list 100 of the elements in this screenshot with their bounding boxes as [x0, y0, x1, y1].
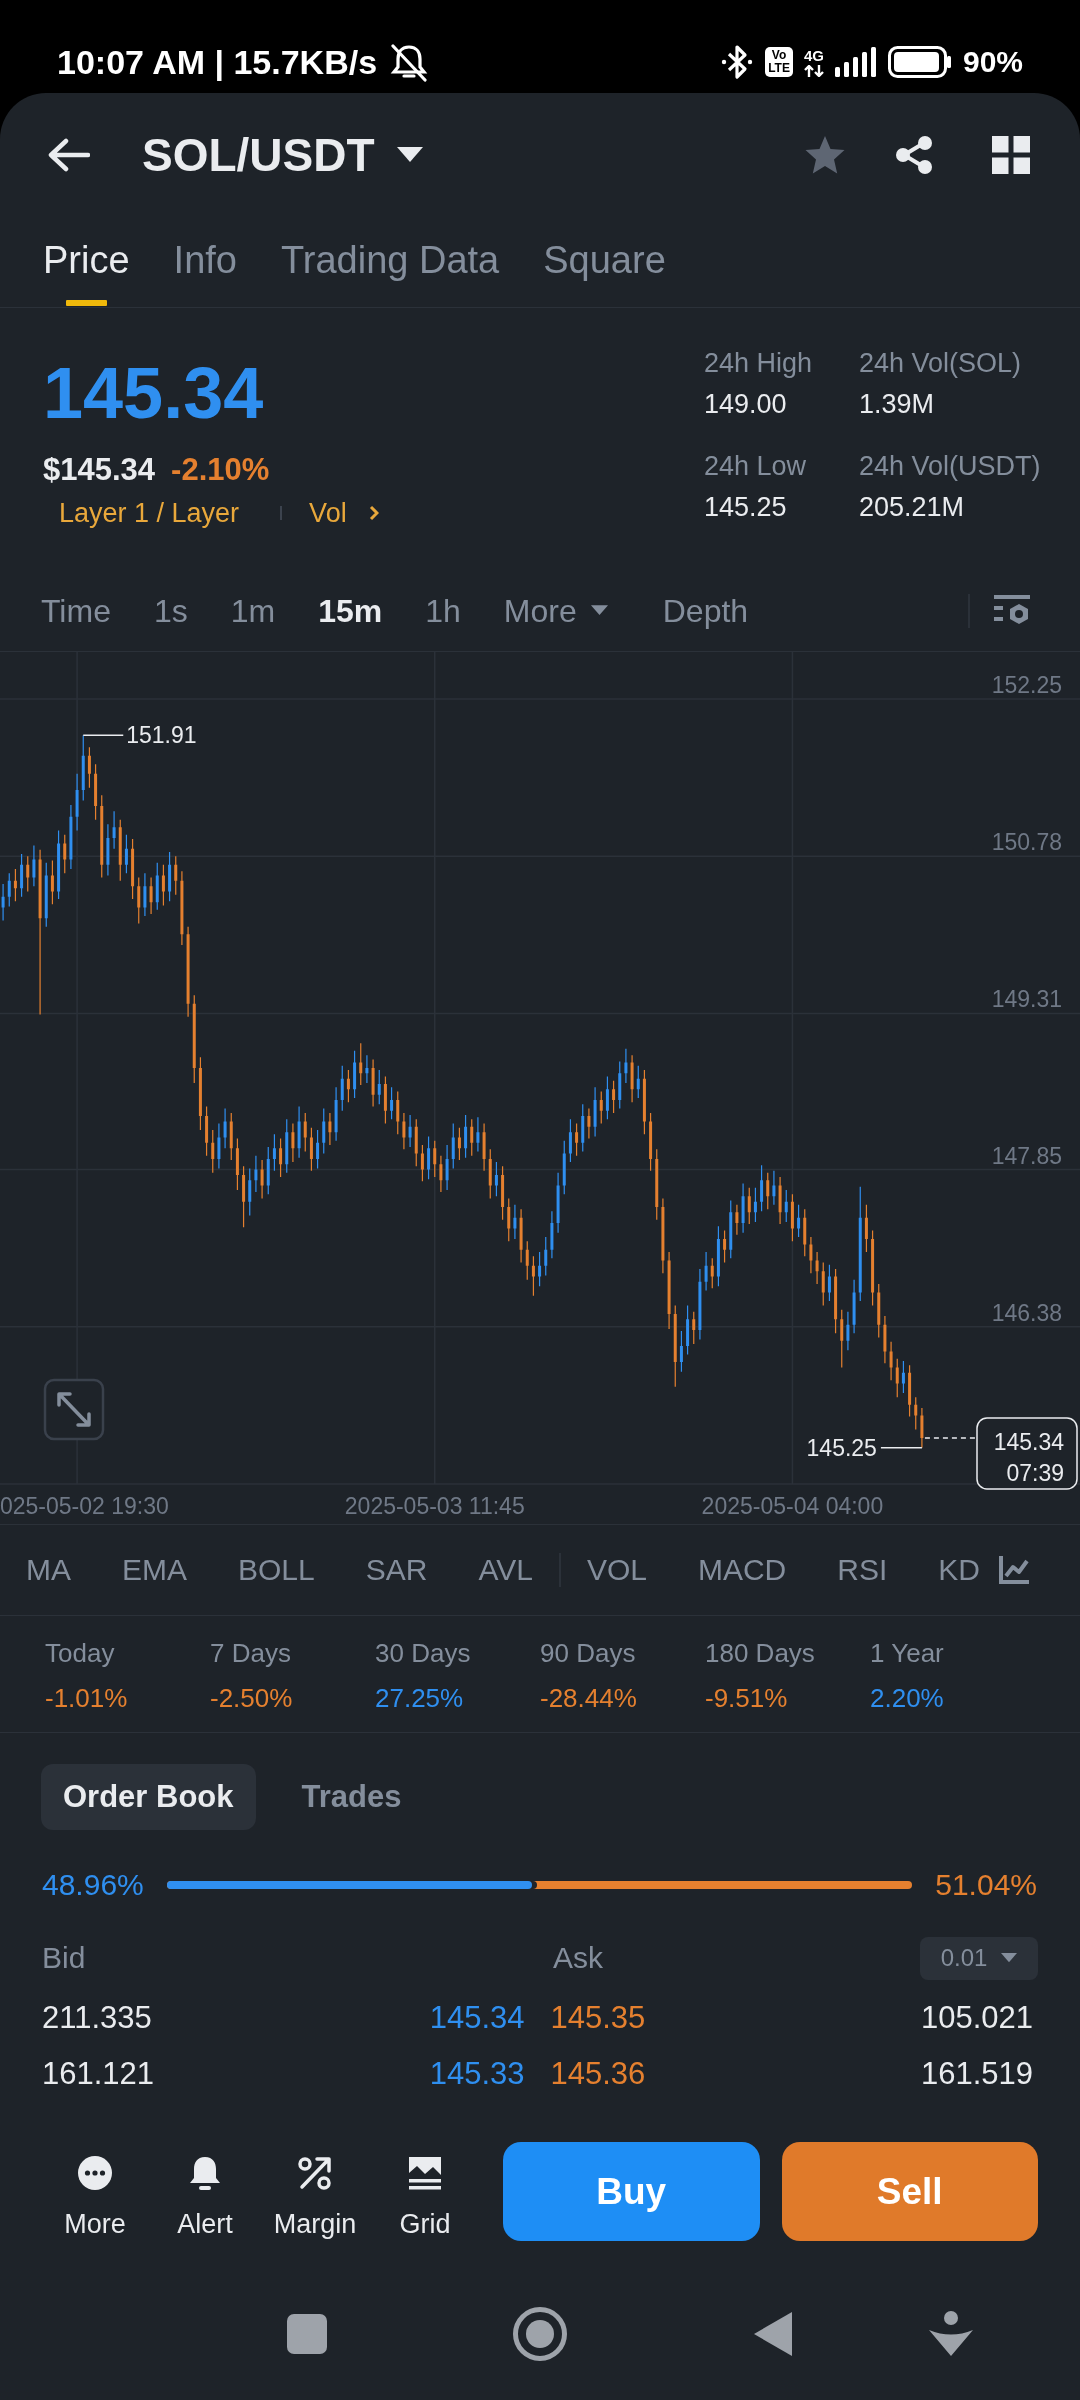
- last-price-tag-label: 145.34: [993, 1429, 1064, 1455]
- page-tab[interactable]: Square: [543, 217, 666, 307]
- candle: [624, 1048, 628, 1083]
- candle: [371, 1059, 375, 1107]
- candle: [908, 1365, 912, 1417]
- interval-tab[interactable]: 1s: [153, 590, 188, 631]
- candle: [692, 1311, 696, 1344]
- candle: [328, 1112, 332, 1145]
- indicator-tab[interactable]: AVL: [478, 1551, 533, 1589]
- status-time: 10:07 AM | 15.7KB/s: [57, 42, 378, 82]
- candle: [414, 1119, 418, 1167]
- candle: [390, 1087, 394, 1120]
- stat-value: 145.25: [704, 491, 787, 524]
- indicator-tab[interactable]: SAR: [365, 1551, 428, 1589]
- candle: [698, 1269, 702, 1340]
- candle: [168, 851, 172, 902]
- interval-tab[interactable]: 1h: [425, 590, 461, 631]
- caret-down-icon: [396, 147, 423, 163]
- stat-label: 24h High: [704, 347, 813, 380]
- candle: [408, 1115, 412, 1148]
- percent-arrow-icon: [297, 2155, 333, 2191]
- alert-button[interactable]: Alert: [150, 2142, 260, 2241]
- indicator-tab[interactable]: RSI: [837, 1551, 888, 1589]
- candle: [710, 1258, 714, 1289]
- candle: [149, 877, 153, 914]
- indicator-tab[interactable]: KD: [938, 1551, 980, 1589]
- bluetooth-icon: [720, 42, 755, 82]
- time-axis-label: 2025-05-03 11:45: [344, 1493, 525, 1519]
- pair-title[interactable]: SOL/USDT: [142, 127, 375, 183]
- candle: [760, 1165, 764, 1212]
- candle: [821, 1262, 825, 1306]
- price-axis-label: 149.31: [991, 986, 1062, 1013]
- network-type-label: 4G: [803, 47, 824, 63]
- sector-link[interactable]: Layer 1 / Layer: [59, 496, 240, 530]
- margin-button[interactable]: Margin: [260, 2142, 370, 2241]
- back-triangle-icon[interactable]: [754, 2312, 792, 2356]
- star-icon[interactable]: [804, 135, 846, 175]
- order-book-tab[interactable]: Trades: [279, 1764, 424, 1830]
- expand-button[interactable]: [43, 1378, 105, 1441]
- candle: [174, 856, 178, 895]
- buy-button[interactable]: Buy: [503, 2142, 760, 2241]
- line-chart-icon[interactable]: [998, 1555, 1030, 1585]
- indicator-tab[interactable]: MACD: [697, 1551, 787, 1589]
- candle: [439, 1155, 443, 1193]
- back-arrow-icon[interactable]: [48, 138, 90, 172]
- home-circle-icon[interactable]: [513, 2307, 567, 2361]
- data-arrows-icon: [803, 64, 824, 77]
- page-tab[interactable]: Info: [173, 217, 237, 307]
- candle: [383, 1076, 387, 1124]
- page-tab[interactable]: Price: [43, 217, 130, 307]
- indicator-tab[interactable]: BOLL: [238, 1551, 315, 1589]
- last-price-line: [924, 1437, 977, 1439]
- interval-tab[interactable]: 15m: [318, 590, 383, 631]
- indicator-tab[interactable]: EMA: [122, 1551, 187, 1589]
- high-price-label: 151.91: [126, 722, 197, 749]
- candle: [13, 869, 17, 902]
- chart-settings-icon[interactable]: [994, 595, 1030, 626]
- candle: [864, 1204, 868, 1252]
- indicator-tab[interactable]: VOL: [586, 1551, 647, 1589]
- sell-button[interactable]: Sell: [781, 2142, 1038, 2241]
- candle: [451, 1123, 455, 1169]
- period-change: -2.50%: [210, 1682, 293, 1715]
- precision-dropdown[interactable]: 0.01: [920, 1936, 1038, 1980]
- candle: [605, 1076, 609, 1120]
- candle: [889, 1341, 893, 1381]
- candle: [550, 1211, 554, 1259]
- interval-tab[interactable]: 1m: [230, 590, 276, 631]
- order-book-tab[interactable]: Order Book: [41, 1764, 256, 1830]
- candle: [803, 1209, 807, 1257]
- person-down-icon[interactable]: [928, 2311, 974, 2357]
- depth-tab[interactable]: Depth: [662, 590, 749, 631]
- grid-button[interactable]: Grid: [370, 2142, 480, 2241]
- candle: [587, 1108, 591, 1139]
- candle: [303, 1112, 307, 1152]
- period-label: 180 Days: [705, 1637, 815, 1670]
- share-icon[interactable]: [894, 135, 934, 175]
- candle: [1, 884, 5, 921]
- candle: [69, 804, 73, 870]
- candle: [883, 1316, 887, 1364]
- candle: [877, 1284, 881, 1338]
- price-axis-label: 147.85: [991, 1142, 1062, 1169]
- page-tab[interactable]: Trading Data: [280, 217, 500, 307]
- candle: [420, 1144, 424, 1182]
- more-dropdown[interactable]: More: [503, 590, 608, 631]
- square-nav-icon[interactable]: [287, 2314, 327, 2354]
- stat-value: 1.39M: [859, 388, 935, 421]
- interval-tab[interactable]: Time: [41, 590, 111, 631]
- candle: [242, 1166, 246, 1228]
- stat-label: 24h Vol(SOL): [859, 347, 1022, 380]
- candle: [32, 845, 36, 887]
- four-squares-icon[interactable]: [992, 136, 1030, 174]
- bid-ratio: 48.96%: [42, 1867, 144, 1903]
- candle: [575, 1123, 579, 1156]
- bid-amount: 161.121: [42, 2056, 155, 2092]
- more-button[interactable]: More: [40, 2142, 150, 2241]
- indicator-tab[interactable]: MA: [26, 1551, 71, 1589]
- volume-link[interactable]: Vol: [309, 496, 379, 530]
- bid-price: 145.33: [429, 2056, 525, 2092]
- ask-amount: 161.519: [920, 2056, 1033, 2092]
- candle: [636, 1065, 640, 1098]
